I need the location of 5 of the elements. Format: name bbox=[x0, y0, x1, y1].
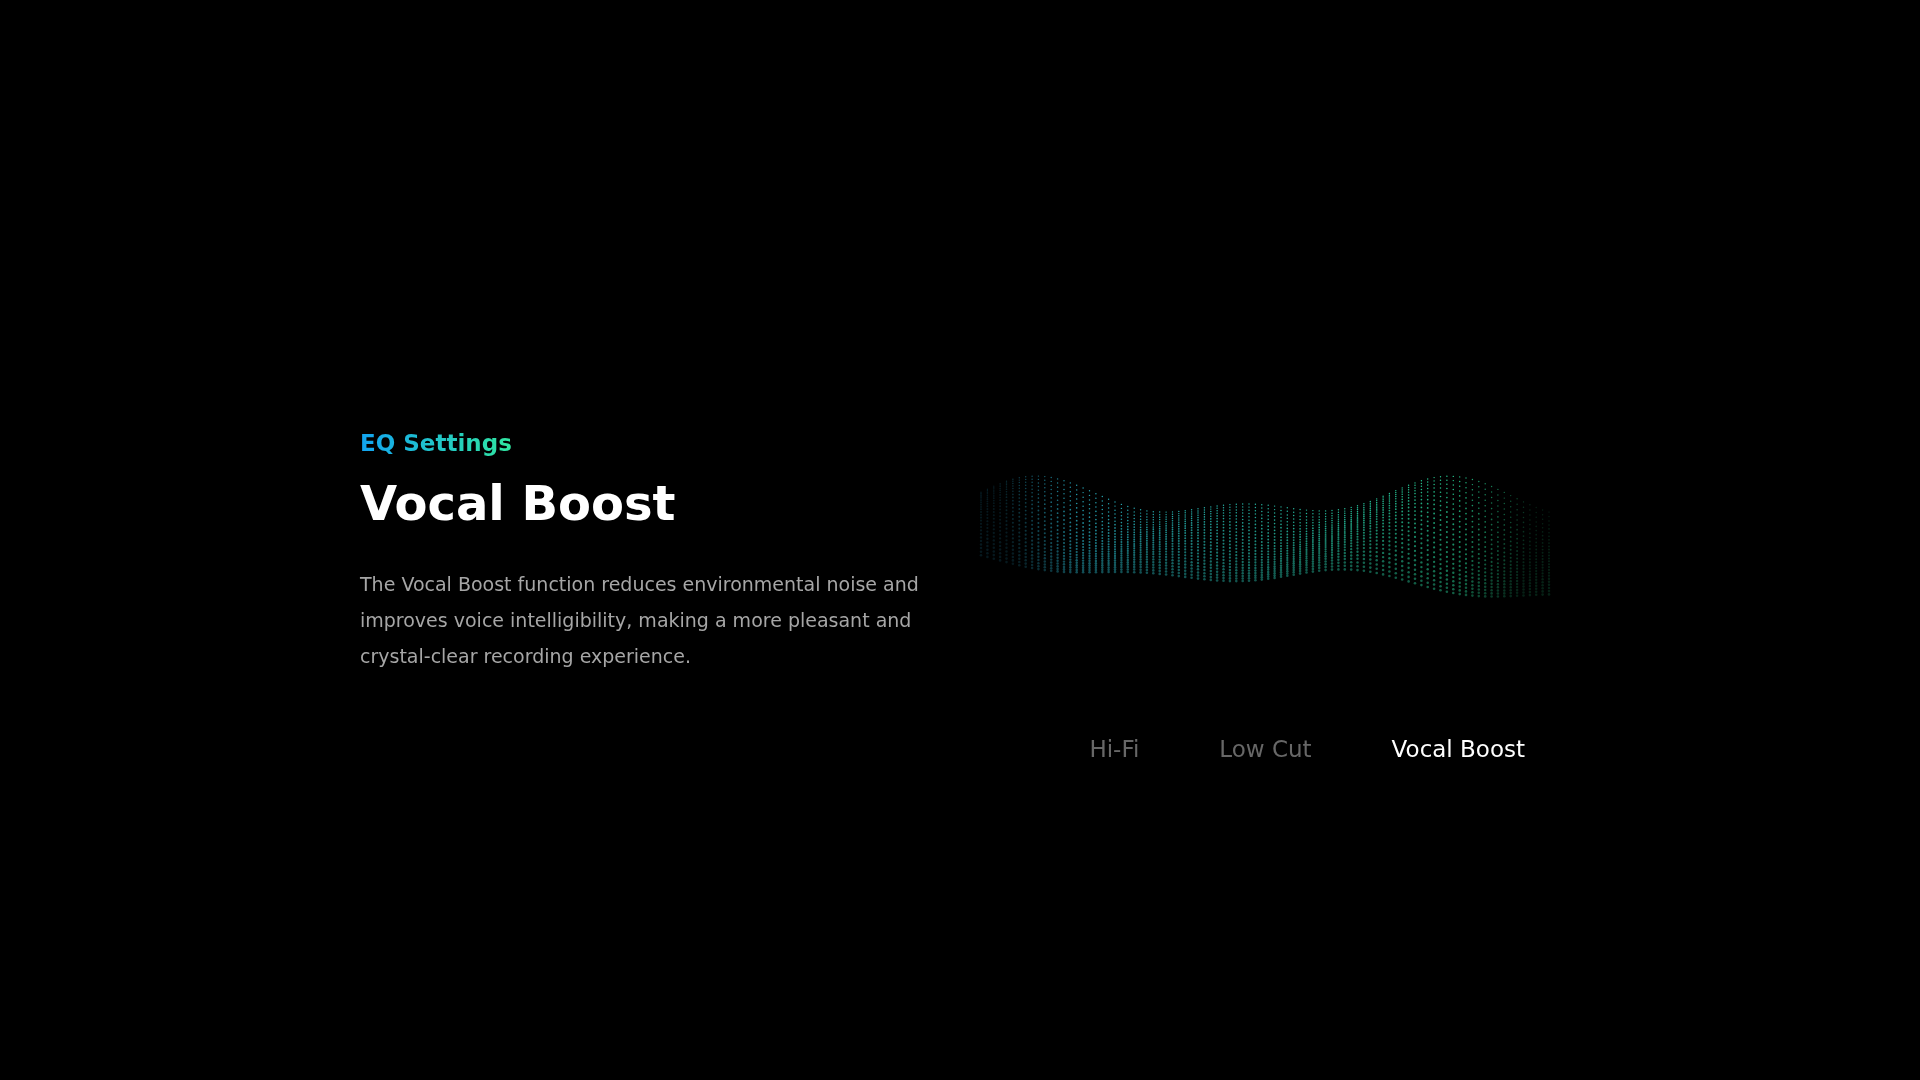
section-description: The Vocal Boost function reduces environmental noise and improves voice intelligibility, making a more pleasant and crystal-clear recording experience. bbox=[360, 572, 920, 669]
eq-tab[interactable]: Vocal Boost bbox=[1381, 732, 1535, 766]
eq-tab[interactable]: Low Cut bbox=[1209, 732, 1322, 766]
section-title: Vocal Boost bbox=[360, 474, 676, 532]
eq-tab[interactable]: Hi-Fi bbox=[1079, 732, 1150, 766]
